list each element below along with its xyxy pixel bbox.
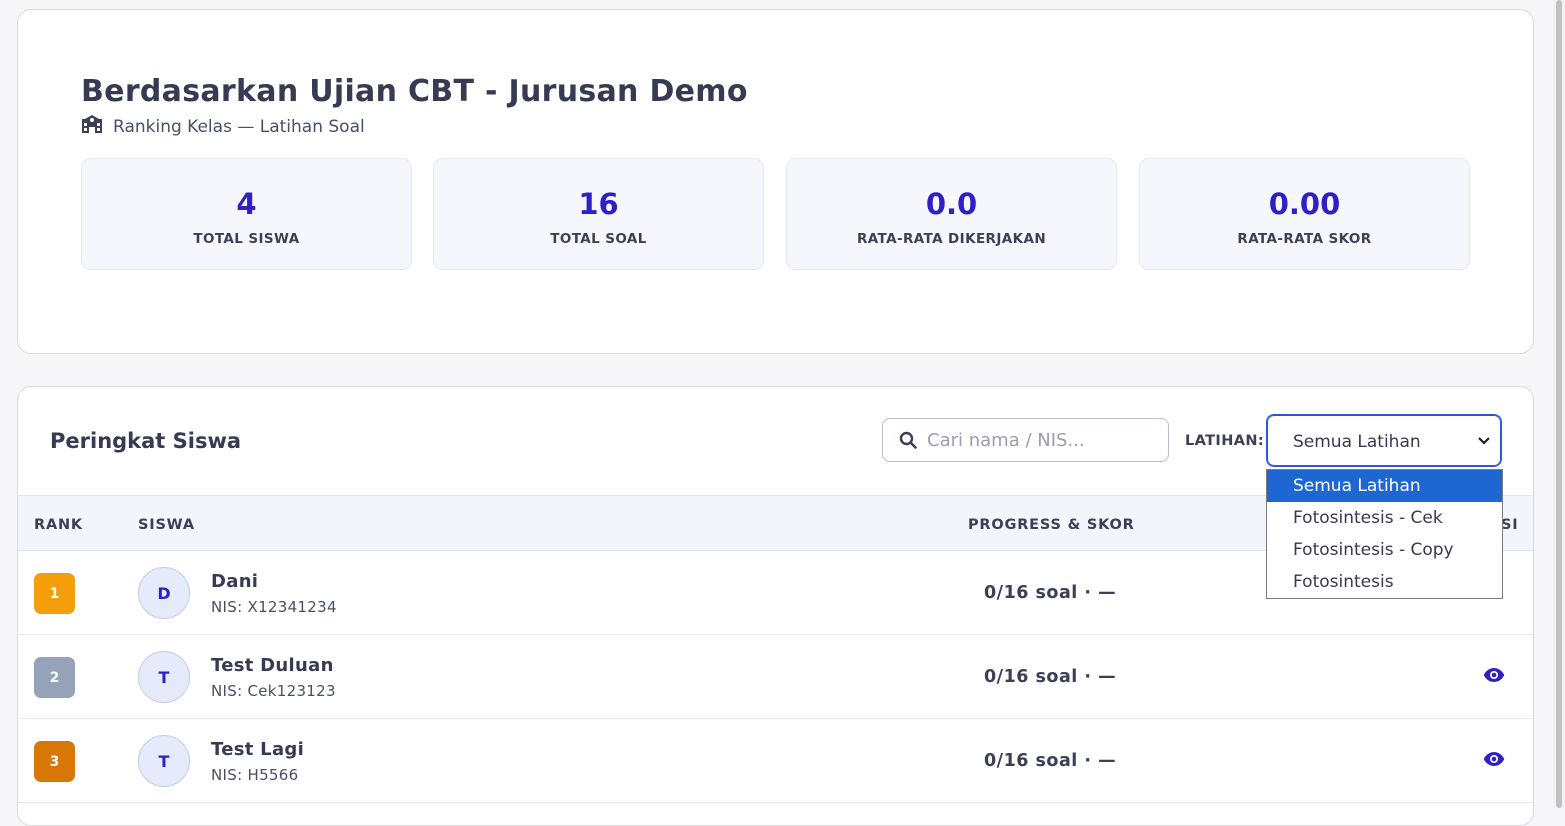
page-subtitle: Ranking Kelas — Latihan Soal [81, 115, 365, 138]
stat-value: 0.00 [1268, 187, 1341, 221]
student-name: Test Lagi [211, 739, 305, 760]
column-progress: PROGRESS & SKOR [968, 517, 1135, 533]
dropdown-option-fotosintesis[interactable]: Fotosintesis [1267, 566, 1502, 598]
dropdown-option-semua-latihan[interactable]: Semua Latihan [1267, 470, 1502, 502]
stat-total-siswa: 4 TOTAL SISWA [81, 158, 412, 270]
eye-icon[interactable] [1483, 751, 1505, 767]
stat-label: TOTAL SOAL [550, 231, 647, 247]
page-scrollbar-thumb[interactable] [1556, 0, 1562, 808]
progress-score: 0/16 soal · — [984, 751, 1117, 771]
subtitle-text: Ranking Kelas — Latihan Soal [113, 116, 365, 137]
ranking-title: Peringkat Siswa [50, 429, 242, 453]
stat-value: 4 [236, 187, 257, 221]
stat-value: 0.0 [925, 187, 978, 221]
latihan-filter-label: LATIHAN: [1185, 433, 1265, 449]
student-nis: NIS: X12341234 [211, 598, 337, 616]
stat-rata-rata-dikerjakan: 0.0 RATA-RATA DIKERJAKAN [786, 158, 1117, 270]
rank-badge: 3 [34, 741, 75, 782]
stat-label: RATA-RATA DIKERJAKAN [856, 231, 1047, 247]
column-student: SISWA [138, 517, 195, 533]
avatar: T [138, 735, 190, 787]
student-nis: NIS: Cek123123 [211, 682, 336, 700]
student-nis: NIS: H5566 [211, 766, 299, 784]
stat-total-soal: 16 TOTAL SOAL [433, 158, 764, 270]
latihan-select-value: Semua Latihan [1293, 432, 1421, 452]
latihan-dropdown-list: Semua Latihan Fotosintesis - Cek Fotosin… [1266, 469, 1503, 599]
latihan-select[interactable]: Semua Latihan [1266, 414, 1502, 467]
table-row: 2 T Test Duluan NIS: Cek123123 0/16 soal… [18, 635, 1533, 719]
student-name: Test Duluan [211, 655, 334, 676]
column-action: SI [1501, 517, 1519, 533]
column-rank: RANK [34, 517, 83, 533]
rank-badge: 2 [34, 657, 75, 698]
avatar: D [138, 567, 190, 619]
student-name: Dani [211, 571, 259, 592]
table-row: 3 T Test Lagi NIS: H5566 0/16 soal · — [18, 719, 1533, 803]
eye-icon[interactable] [1483, 667, 1505, 683]
dropdown-option-fotosintesis-cek[interactable]: Fotosintesis - Cek [1267, 502, 1502, 534]
school-icon [81, 115, 103, 138]
summary-card: Berdasarkan Ujian CBT - Jurusan Demo Ran… [17, 9, 1534, 354]
stat-rata-rata-skor: 0.00 RATA-RATA SKOR [1139, 158, 1470, 270]
dropdown-option-fotosintesis-copy[interactable]: Fotosintesis - Copy [1267, 534, 1502, 566]
progress-score: 0/16 soal · — [984, 667, 1117, 687]
progress-score: 0/16 soal · — [984, 583, 1117, 603]
page-title: Berdasarkan Ujian CBT - Jurusan Demo [81, 74, 748, 109]
stat-label: TOTAL SISWA [193, 231, 300, 247]
stat-value: 16 [578, 187, 619, 221]
avatar: T [138, 651, 190, 703]
stat-label: RATA-RATA SKOR [1237, 231, 1372, 247]
rank-badge: 1 [34, 573, 75, 614]
search-input[interactable] [927, 419, 1157, 461]
ranking-card: Peringkat Siswa LATIHAN: Semua Latihan R… [17, 386, 1534, 826]
search-box[interactable] [882, 418, 1169, 462]
